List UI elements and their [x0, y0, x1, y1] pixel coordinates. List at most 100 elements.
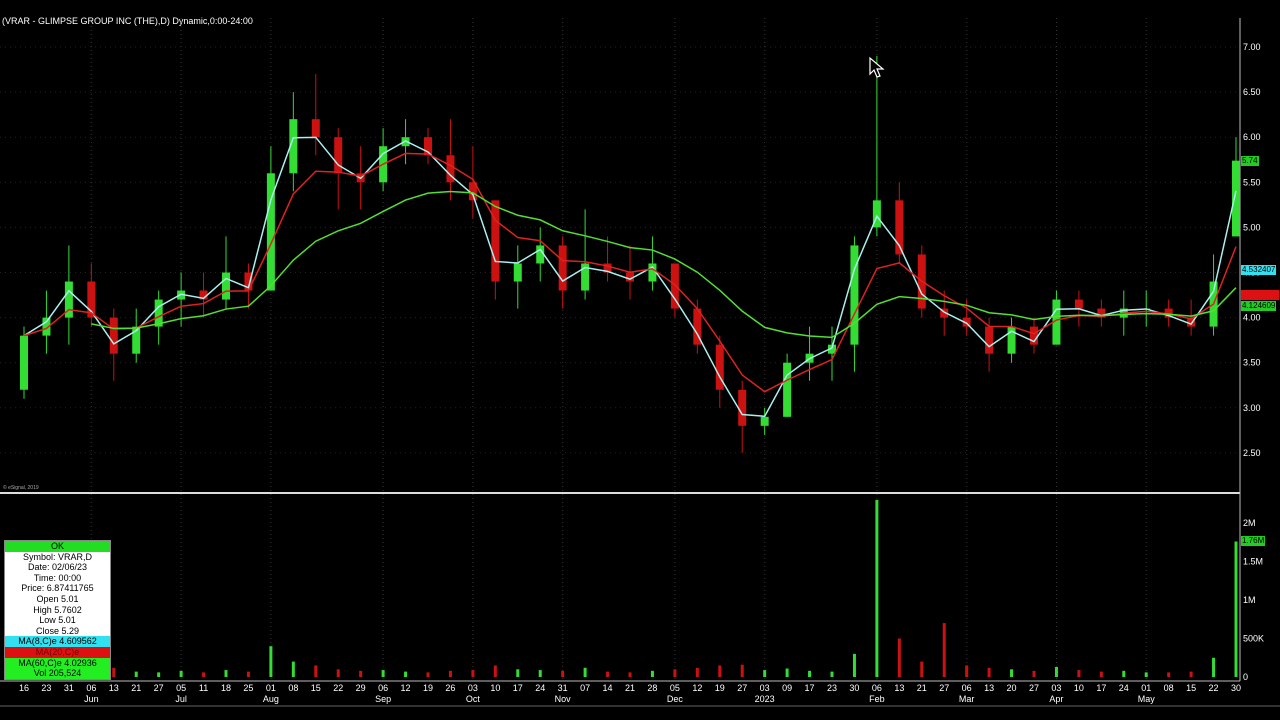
candle — [1030, 317, 1038, 354]
status-ok: OK — [5, 541, 110, 552]
date-tick-label: 10 — [1074, 683, 1084, 693]
volume-bar — [359, 670, 363, 677]
candle — [1052, 290, 1061, 345]
info-ma60: MA(60,C)e 4.02936 — [5, 657, 110, 669]
volume-bar — [965, 665, 969, 677]
volume-bar — [426, 672, 430, 677]
date-tick-label: 31 — [64, 683, 74, 693]
candle — [783, 353, 792, 417]
date-tick-label: 21 — [625, 683, 635, 693]
candle-body — [648, 263, 657, 282]
ma8-label: 4.532407 — [1241, 265, 1277, 275]
date-tick-label: 17 — [1096, 683, 1106, 693]
ma60-line — [91, 190, 1237, 339]
candle — [805, 326, 814, 381]
volume-bar — [134, 671, 138, 677]
date-tick-label: 22 — [333, 683, 343, 693]
price-tick-label: 3.00 — [1243, 403, 1261, 413]
candle — [468, 146, 477, 219]
candle-body — [222, 272, 230, 300]
volume-tick-label: 0 — [1243, 672, 1248, 682]
volume-bar — [314, 665, 318, 677]
date-tick-label: 05 — [670, 683, 680, 693]
date-tick-label: 13 — [984, 683, 994, 693]
volume-tick-label: 1.5M — [1243, 557, 1263, 567]
volume-bar — [628, 672, 632, 677]
mouse-cursor-icon — [869, 56, 885, 78]
volume-bar — [448, 670, 452, 677]
date-tick-label: 27 — [1029, 683, 1039, 693]
candle-body — [1074, 299, 1083, 309]
month-label: Mar — [959, 694, 975, 704]
date-tick-label: 03 — [1051, 683, 1061, 693]
date-tick-label: 30 — [1231, 683, 1241, 693]
date-tick-label: 12 — [401, 683, 411, 693]
date-tick-label: 03 — [760, 683, 770, 693]
info-volume: Vol 205,524 — [5, 668, 110, 679]
month-label: 2023 — [755, 694, 775, 704]
volume-bar — [1077, 670, 1081, 677]
volume-bar — [538, 670, 542, 677]
volume-bar — [763, 670, 767, 677]
month-label: Aug — [263, 694, 279, 704]
date-tick-label: 21 — [131, 683, 141, 693]
candle — [872, 56, 881, 237]
candle — [132, 308, 141, 363]
volume-bar — [179, 670, 183, 677]
candle-body — [670, 263, 679, 309]
volume-bar — [493, 665, 497, 677]
month-label: Jun — [84, 694, 99, 704]
volume-bar — [1144, 672, 1148, 677]
volume-tick-label: 2M — [1243, 518, 1256, 528]
date-tick-label: 30 — [849, 683, 859, 693]
date-tick-label: 23 — [41, 683, 51, 693]
date-tick-label: 19 — [715, 683, 725, 693]
date-tick-label: 13 — [894, 683, 904, 693]
candle — [446, 119, 455, 201]
volume-bar — [942, 623, 946, 677]
volume-bar — [1010, 669, 1014, 677]
date-tick-label: 29 — [356, 683, 366, 693]
volume-bar — [740, 664, 744, 677]
volume-bar — [269, 646, 273, 677]
date-tick-label: 24 — [535, 683, 545, 693]
volume-tick-label: 500K — [1243, 634, 1264, 644]
price-volume-chart[interactable]: Jun Jul Aug Sep Oct Nov Dec 2023 Feb Mar Apr May16 2… — [0, 0, 1280, 720]
info-open: Open 5.01 — [36, 593, 79, 604]
date-tick-label: 22 — [1209, 683, 1219, 693]
volume-bar — [381, 670, 385, 677]
candle-body — [760, 416, 769, 426]
date-tick-label: 08 — [1164, 683, 1174, 693]
volume-bar — [404, 671, 408, 677]
date-tick-label: 11 — [199, 683, 208, 693]
candle-body — [738, 389, 747, 426]
info-high: High 5.7602 — [33, 604, 82, 615]
month-label: Apr — [1049, 694, 1063, 704]
date-tick-label: 26 — [445, 683, 455, 693]
price-tick-label: 5.50 — [1243, 177, 1261, 187]
volume-bar — [157, 672, 161, 677]
ma20-label — [1241, 290, 1279, 300]
month-label: Oct — [466, 694, 481, 704]
candle — [424, 128, 432, 165]
volume-bar — [695, 667, 699, 677]
date-tick-label: 20 — [1007, 683, 1017, 693]
volume-bar — [471, 670, 475, 677]
price-tick-label: 7.00 — [1243, 42, 1261, 52]
volume-bar — [1054, 666, 1058, 677]
candle-body — [109, 317, 118, 354]
date-tick-label: 12 — [692, 683, 702, 693]
candle-body — [985, 326, 994, 354]
candle-body — [20, 335, 28, 390]
volume-bar — [1189, 671, 1193, 677]
volume-bar — [112, 667, 116, 677]
info-ma8: MA(8,C)e 4.609562 — [5, 636, 110, 647]
volume-label: 1.76M — [1241, 536, 1266, 546]
volume-bar — [785, 668, 789, 677]
price-tick-label: 5.00 — [1243, 222, 1261, 232]
volume-bar — [808, 670, 812, 677]
date-tick-label: 06 — [962, 683, 972, 693]
price-tick-label: 2.50 — [1243, 448, 1261, 458]
candle-body — [783, 362, 792, 417]
candle-body — [558, 245, 567, 291]
